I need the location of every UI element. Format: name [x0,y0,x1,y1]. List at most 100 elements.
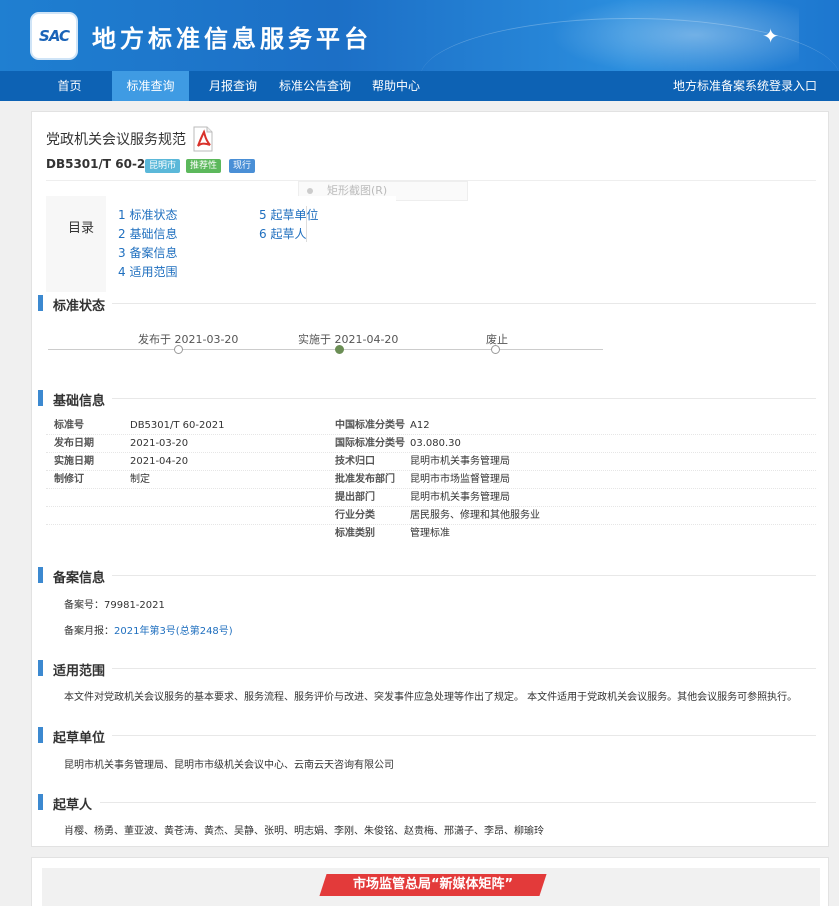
nav-item-home[interactable]: 首页 [37,71,102,101]
field-value: 管理标准 [410,528,450,539]
table-row: 提出部门 昆明市机关事务管理局 [46,489,816,507]
field-label: 发布日期 [54,438,94,449]
section-title: 起草人 [53,798,93,813]
toc-link-scope[interactable]: 4 适用范围 [118,263,177,280]
section-bar [38,794,43,810]
section-filing-header: 备案信息 [32,567,816,586]
field-label: 行业分类 [335,510,375,521]
menu-dot-icon [307,188,313,194]
field-value: 2021-03-20 [130,438,189,449]
pdf-icon[interactable] [192,126,214,152]
toc-link-filing[interactable]: 3 备案信息 [118,244,177,261]
new-media-matrix-banner[interactable]: 市场监管总局“新媒体矩阵” [319,874,547,896]
section-status-header: 标准状态 [32,295,816,314]
section-title: 备案信息 [53,571,106,586]
basic-info-table: 标准号 DB5301/T 60-2021 中国标准分类号 A12 发布日期 20… [46,417,816,543]
logo-text: SAC [39,27,70,45]
scope-text: 本文件对党政机关会议服务的基本要求、服务流程、服务评价与改进、突发事件应急处理等… [64,692,798,703]
drafting-units-text: 昆明市机关事务管理局、昆明市市级机关会议中心、云南云天咨询有限公司 [64,760,394,771]
table-row: 实施日期 2021-04-20 技术归口 昆明市机关事务管理局 [46,453,816,471]
timeline-implement-dot [335,345,344,354]
promo-card: 市场监管总局“新媒体矩阵” [31,857,829,906]
timeline-implement-label: 实施于 2021-04-20 [298,333,399,346]
timeline-track [48,349,603,350]
timeline-publish-dot [174,345,183,354]
field-value: 2021-04-20 [130,456,189,467]
field-label: 提出部门 [335,492,375,503]
field-label: 制修订 [54,474,84,485]
filing-number: 备案号：79981-2021 [64,596,165,611]
section-title: 基础信息 [53,394,106,409]
drafters-text: 肖樱、杨勇、董亚波、黄苍涛、黄杰、吴静、张明、明志娟、李刚、朱俊铭、赵贵梅、邢潇… [64,826,544,837]
nav-item-help[interactable]: 帮助中心 [365,71,427,101]
section-basic-header: 基础信息 [32,390,816,409]
table-row: 制修订 制定 批准发布部门 昆明市市场监督管理局 [46,471,816,489]
section-bar [38,727,43,743]
field-label: 技术归口 [335,456,375,467]
filing-monthly: 备案月报：2021年第3号(总第248号) [64,622,233,637]
field-label: 国际标准分类号 [335,438,405,449]
table-row: 发布日期 2021-03-20 国际标准分类号 03.080.30 [46,435,816,453]
section-title: 标准状态 [53,299,106,314]
filing-system-login-link[interactable]: 地方标准备案系统登录入口 [673,71,817,101]
field-value: 03.080.30 [410,438,461,449]
filing-number-value: 79981-2021 [104,600,165,611]
filing-monthly-label: 备案月报： [64,626,114,637]
field-value: A12 [410,420,430,431]
section-title: 适用范围 [53,664,106,679]
toc-link-status[interactable]: 1 标准状态 [118,206,177,223]
toc-label: 目录 [68,221,95,236]
toc-links: 1 标准状态 2 基础信息 3 备案信息 4 适用范围 5 起草单位 6 起草人 [106,196,396,292]
field-value: 昆明市机关事务管理局 [410,456,510,467]
toc-link-drafters[interactable]: 6 起草人 [259,225,306,242]
table-row: 标准类别 管理标准 [46,525,816,543]
nav-item-standard-query[interactable]: 标准查询 [112,71,189,101]
section-title: 起草单位 [53,731,106,746]
promo-label: 市场监管总局“新媒体矩阵” [352,877,514,892]
section-scope-header: 适用范围 [32,660,816,679]
timeline-publish-label: 发布于 2021-03-20 [138,333,239,346]
section-drafting-unit-header: 起草单位 [32,727,816,746]
section-line [112,303,816,304]
section-bar [38,567,43,583]
field-value: DB5301/T 60-2021 [130,420,225,431]
nav-item-announcement[interactable]: 标准公告查询 [275,71,355,101]
table-of-contents: 目录 1 标准状态 2 基础信息 3 备案信息 4 适用范围 5 起草单位 6 … [46,196,396,292]
timeline-abolish-dot [491,345,500,354]
monthly-report-link[interactable]: 2021年第3号(总第248号) [114,626,233,637]
field-label: 标准号 [54,420,84,431]
section-bar [38,390,43,406]
sac-logo[interactable]: SAC [30,12,78,60]
section-bar [38,295,43,311]
site-title: 地方标准信息服务平台 [92,25,372,53]
status-badge: 现行 [229,159,256,173]
toc-link-drafting-unit[interactable]: 5 起草单位 [259,206,318,223]
field-label: 中国标准分类号 [335,420,405,431]
header-banner: ✦ SAC 地方标准信息服务平台 [0,0,839,71]
section-line [112,575,816,576]
standard-detail-card: 党政机关会议服务规范 DB5301/T 60-2021 昆明市 推荐性 现行 矩… [31,111,829,847]
standard-title: 党政机关会议服务规范 [46,132,186,148]
field-value: 居民服务、修理和其他服务业 [410,510,540,521]
field-value: 制定 [130,474,150,485]
section-line [112,668,816,669]
nav-item-monthly-report[interactable]: 月报查询 [199,71,267,101]
type-badge: 推荐性 [186,159,222,173]
section-drafters-header: 起草人 [32,794,816,813]
main-nav: 首页 标准查询 月报查询 标准公告查询 帮助中心 地方标准备案系统登录入口 [0,71,839,101]
section-line [112,398,816,399]
section-line [100,802,816,803]
region-badge: 昆明市 [145,159,181,173]
section-line [112,735,816,736]
toc-link-basic[interactable]: 2 基础信息 [118,225,177,242]
field-label: 标准类别 [335,528,375,539]
field-value: 昆明市市场监督管理局 [410,474,510,485]
field-label: 实施日期 [54,456,94,467]
table-row: 行业分类 居民服务、修理和其他服务业 [46,507,816,525]
filing-number-label: 备案号： [64,600,104,611]
field-value: 昆明市机关事务管理局 [410,492,510,503]
sparkle-icon: ✦ [762,24,779,48]
field-label: 批准发布部门 [335,474,395,485]
section-bar [38,660,43,676]
table-row: 标准号 DB5301/T 60-2021 中国标准分类号 A12 [46,417,816,435]
